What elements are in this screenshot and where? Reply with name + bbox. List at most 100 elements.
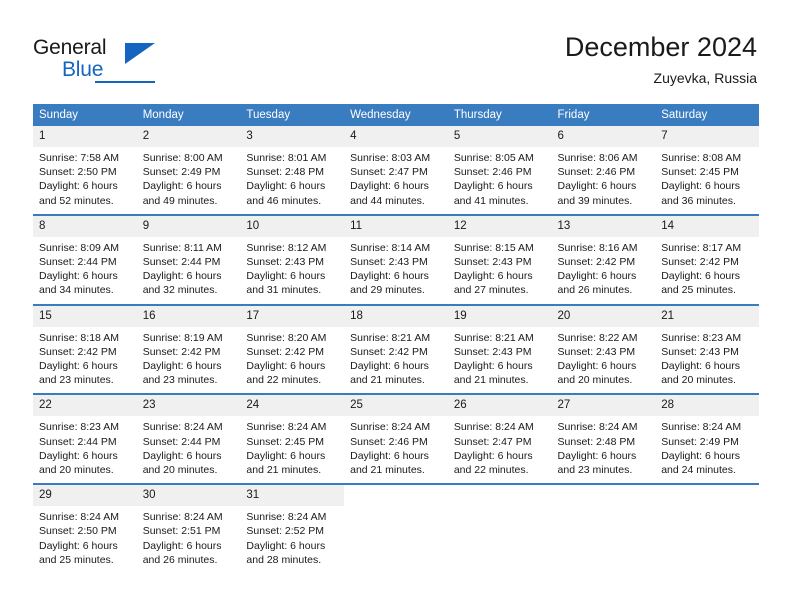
day-number: 8: [33, 215, 137, 237]
day-cell[interactable]: 24 Sunrise: 8:24 AM Sunset: 2:45 PM Dayli…: [240, 393, 345, 485]
day-cell[interactable]: 16 Sunrise: 8:19 AM Sunset: 2:42 PM Dayli…: [136, 303, 241, 395]
weekday-header-wednesday: Wednesday: [344, 104, 448, 126]
calendar-body: 1 Sunrise: 7:58 AM Sunset: 2:50 PM Daylig…: [33, 126, 759, 574]
day-cell[interactable]: 10 Sunrise: 8:12 AM Sunset: 2:43 PM Dayli…: [240, 213, 345, 305]
day-number: [344, 485, 448, 507]
day-cell[interactable]: 21 Sunrise: 8:23 AM Sunset: 2:43 PM Dayli…: [655, 303, 759, 395]
day-cell[interactable]: 7 Sunrise: 8:08 AM Sunset: 2:45 PM Daylig…: [655, 126, 759, 215]
day-number: 31: [240, 485, 345, 507]
day-sun-info: Sunrise: 8:23 AM Sunset: 2:44 PM Dayligh…: [39, 421, 119, 477]
day-cell[interactable]: 23 Sunrise: 8:24 AM Sunset: 2:44 PM Dayli…: [136, 393, 241, 485]
day-sun-info: Sunrise: 8:17 AM Sunset: 2:42 PM Dayligh…: [661, 241, 742, 297]
calendar-grid: Sunday Monday Tuesday Wednesday Thursday…: [33, 104, 759, 574]
day-cell[interactable]: 11 Sunrise: 8:14 AM Sunset: 2:43 PM Dayli…: [344, 213, 448, 305]
day-sun-info: Sunrise: 8:21 AM Sunset: 2:43 PM Dayligh…: [453, 331, 534, 387]
day-cell[interactable]: 12 Sunrise: 8:15 AM Sunset: 2:43 PM Dayli…: [447, 213, 552, 305]
day-number: 28: [655, 395, 759, 417]
general-blue-logo[interactable]: General Blue: [33, 36, 163, 86]
day-cell[interactable]: 22 Sunrise: 8:23 AM Sunset: 2:44 PM Dayli…: [33, 393, 137, 485]
day-sun-info: Sunrise: 8:24 AM Sunset: 2:50 PM Dayligh…: [39, 511, 119, 566]
day-number: 6: [551, 126, 656, 147]
day-sun-info: Sunrise: 8:16 AM Sunset: 2:42 PM Dayligh…: [557, 241, 638, 297]
day-sun-info: Sunrise: 8:24 AM Sunset: 2:48 PM Dayligh…: [557, 421, 638, 477]
day-sun-info: Sunrise: 8:01 AM Sunset: 2:48 PM Dayligh…: [246, 152, 327, 207]
day-cell[interactable]: 5 Sunrise: 8:05 AM Sunset: 2:46 PM Daylig…: [447, 126, 552, 215]
day-number: 25: [344, 395, 448, 417]
day-cell[interactable]: 18 Sunrise: 8:21 AM Sunset: 2:42 PM Dayli…: [344, 303, 448, 395]
day-cell[interactable]: 15 Sunrise: 8:18 AM Sunset: 2:42 PM Dayli…: [33, 303, 137, 395]
day-cell[interactable]: 9 Sunrise: 8:11 AM Sunset: 2:44 PM Daylig…: [136, 213, 241, 305]
day-cell[interactable]: 6 Sunrise: 8:06 AM Sunset: 2:46 PM Daylig…: [551, 126, 656, 215]
day-cell[interactable]: 25 Sunrise: 8:24 AM Sunset: 2:46 PM Dayli…: [344, 393, 448, 485]
day-number: 26: [447, 395, 552, 417]
day-number: 3: [240, 126, 345, 147]
week-row: 8 Sunrise: 8:09 AM Sunset: 2:44 PM Daylig…: [33, 213, 759, 305]
weekday-header-sunday: Sunday: [33, 104, 137, 126]
logo-underline: [95, 81, 155, 83]
week-row: 29 Sunrise: 8:24 AM Sunset: 2:50 PM Dayli…: [33, 483, 759, 574]
day-number: 7: [655, 126, 759, 147]
day-number: 14: [655, 215, 759, 237]
day-cell-empty: [344, 483, 448, 574]
day-sun-info: Sunrise: 8:24 AM Sunset: 2:44 PM Dayligh…: [142, 421, 223, 477]
day-cell[interactable]: 20 Sunrise: 8:22 AM Sunset: 2:43 PM Dayli…: [551, 303, 656, 395]
day-number: [655, 485, 759, 507]
day-cell[interactable]: 26 Sunrise: 8:24 AM Sunset: 2:47 PM Dayli…: [447, 393, 552, 485]
day-sun-info: Sunrise: 8:19 AM Sunset: 2:42 PM Dayligh…: [142, 331, 223, 387]
weekday-header-saturday: Saturday: [655, 104, 759, 126]
day-sun-info: Sunrise: 8:23 AM Sunset: 2:43 PM Dayligh…: [661, 331, 742, 387]
day-cell[interactable]: 4 Sunrise: 8:03 AM Sunset: 2:47 PM Daylig…: [344, 126, 448, 215]
logo-triangle-icon: [125, 43, 155, 64]
day-number: 5: [447, 126, 552, 147]
day-number: 11: [344, 215, 448, 237]
page-title: December 2024: [564, 32, 757, 62]
day-number: 21: [655, 305, 759, 327]
day-sun-info: Sunrise: 8:24 AM Sunset: 2:49 PM Dayligh…: [661, 421, 742, 477]
day-number: 18: [344, 305, 448, 327]
day-cell[interactable]: 27 Sunrise: 8:24 AM Sunset: 2:48 PM Dayli…: [551, 393, 656, 485]
day-sun-info: Sunrise: 8:24 AM Sunset: 2:51 PM Dayligh…: [142, 511, 223, 566]
page-subtitle-location: Zuyevka, Russia: [653, 70, 757, 86]
day-sun-info: Sunrise: 8:18 AM Sunset: 2:42 PM Dayligh…: [39, 331, 119, 387]
day-cell[interactable]: 1 Sunrise: 7:58 AM Sunset: 2:50 PM Daylig…: [33, 126, 137, 215]
day-number: 15: [33, 305, 137, 327]
day-sun-info: Sunrise: 8:11 AM Sunset: 2:44 PM Dayligh…: [142, 241, 222, 297]
day-number: 2: [136, 126, 241, 147]
day-cell[interactable]: 30 Sunrise: 8:24 AM Sunset: 2:51 PM Dayli…: [136, 483, 241, 574]
day-cell-empty: [551, 483, 656, 574]
day-number: 30: [136, 485, 241, 507]
day-sun-info: Sunrise: 8:14 AM Sunset: 2:43 PM Dayligh…: [350, 241, 431, 297]
day-cell[interactable]: 13 Sunrise: 8:16 AM Sunset: 2:42 PM Dayli…: [551, 213, 656, 305]
day-cell[interactable]: 8 Sunrise: 8:09 AM Sunset: 2:44 PM Daylig…: [33, 213, 137, 305]
day-cell-empty: [655, 483, 759, 574]
day-sun-info: Sunrise: 8:05 AM Sunset: 2:46 PM Dayligh…: [453, 152, 534, 207]
day-number: [447, 485, 552, 507]
weekday-header-friday: Friday: [551, 104, 656, 126]
day-cell[interactable]: 3 Sunrise: 8:01 AM Sunset: 2:48 PM Daylig…: [240, 126, 345, 215]
day-number: 4: [344, 126, 448, 147]
day-cell-empty: [447, 483, 552, 574]
day-number: 29: [33, 485, 137, 507]
day-cell[interactable]: 14 Sunrise: 8:17 AM Sunset: 2:42 PM Dayli…: [655, 213, 759, 305]
day-cell[interactable]: 17 Sunrise: 8:20 AM Sunset: 2:42 PM Dayli…: [240, 303, 345, 395]
day-sun-info: Sunrise: 8:08 AM Sunset: 2:45 PM Dayligh…: [661, 152, 742, 207]
day-sun-info: Sunrise: 8:15 AM Sunset: 2:43 PM Dayligh…: [453, 241, 534, 297]
day-sun-info: Sunrise: 8:20 AM Sunset: 2:42 PM Dayligh…: [246, 331, 327, 387]
day-sun-info: [344, 506, 448, 516]
day-number: 24: [240, 395, 345, 417]
title-block: December 2024 Zuyevka, Russia: [565, 30, 757, 88]
day-number: 10: [240, 215, 345, 237]
day-cell[interactable]: 31 Sunrise: 8:24 AM Sunset: 2:52 PM Dayli…: [240, 483, 345, 574]
day-cell[interactable]: 29 Sunrise: 8:24 AM Sunset: 2:50 PM Dayli…: [33, 483, 137, 574]
day-cell[interactable]: 2 Sunrise: 8:00 AM Sunset: 2:49 PM Daylig…: [136, 126, 241, 215]
day-sun-info: [655, 506, 759, 516]
day-cell[interactable]: 28 Sunrise: 8:24 AM Sunset: 2:49 PM Dayli…: [655, 393, 759, 485]
day-sun-info: Sunrise: 8:03 AM Sunset: 2:47 PM Dayligh…: [350, 152, 431, 207]
day-sun-info: Sunrise: 8:09 AM Sunset: 2:44 PM Dayligh…: [39, 241, 119, 297]
day-cell[interactable]: 19 Sunrise: 8:21 AM Sunset: 2:43 PM Dayli…: [447, 303, 552, 395]
day-number: [551, 485, 656, 507]
day-number: 16: [136, 305, 241, 327]
day-number: 23: [136, 395, 241, 417]
logo-text-blue: Blue: [62, 58, 104, 81]
logo-text-general: General: [33, 36, 107, 59]
